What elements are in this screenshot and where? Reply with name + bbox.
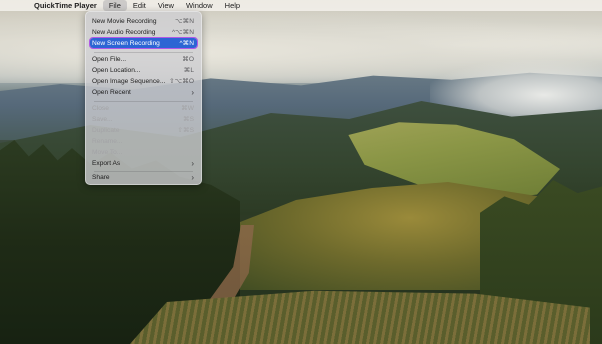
menu-item-close[interactable]: Close ⌘W: [90, 103, 197, 113]
menu-item-open-location[interactable]: Open Location... ⌘L: [90, 65, 197, 75]
menu-item-share[interactable]: Share ›: [90, 172, 197, 182]
menu-item-shortcut: ⌘W: [181, 105, 194, 112]
menu-item-new-movie-recording[interactable]: New Movie Recording ⌥⌘N: [90, 16, 197, 26]
menu-item-label: Move To...: [92, 148, 123, 156]
menu-item-label: New Audio Recording: [92, 28, 156, 36]
menu-view[interactable]: View: [152, 0, 180, 11]
menu-item-new-screen-recording[interactable]: New Screen Recording ^⌘N: [89, 37, 198, 49]
menu-item-label: New Movie Recording: [92, 17, 157, 25]
menu-item-shortcut: ⇧⌘S: [177, 127, 194, 134]
menu-item-shortcut: ⇧⌥⌘O: [169, 78, 194, 85]
file-menu-dropdown: New Movie Recording ⌥⌘N New Audio Record…: [85, 11, 202, 185]
menu-item-open-recent[interactable]: Open Recent ›: [90, 87, 197, 97]
menu-item-export-as[interactable]: Export As ›: [90, 158, 197, 168]
menu-item-label: Open Image Sequence...: [92, 77, 166, 85]
menu-item-rename[interactable]: Rename...: [90, 136, 197, 146]
chevron-right-icon: ›: [191, 172, 194, 182]
chevron-right-icon: ›: [191, 158, 194, 168]
menu-separator: [94, 52, 193, 53]
menu-item-new-audio-recording[interactable]: New Audio Recording ^⌥⌘N: [90, 27, 197, 37]
menu-help[interactable]: Help: [219, 0, 246, 11]
menu-app-name[interactable]: QuickTime Player: [28, 0, 103, 11]
menu-item-duplicate[interactable]: Duplicate ⇧⌘S: [90, 125, 197, 135]
menu-edit[interactable]: Edit: [127, 0, 152, 11]
menu-item-label: New Screen Recording: [92, 39, 160, 47]
menu-item-move-to[interactable]: Move To...: [90, 147, 197, 157]
menu-file[interactable]: File: [102, 0, 127, 11]
menu-separator: [94, 101, 193, 102]
menu-bar: QuickTime Player File Edit View Window H…: [0, 0, 602, 11]
menu-item-shortcut: ⌘S: [183, 116, 194, 123]
menu-item-label: Open File...: [92, 55, 127, 63]
menu-item-label: Export As: [92, 159, 121, 167]
menu-item-label: Rename...: [92, 137, 123, 145]
menu-item-shortcut: ⌘L: [183, 67, 194, 74]
chevron-right-icon: ›: [191, 87, 194, 97]
menu-item-shortcut: ^⌥⌘N: [171, 29, 194, 36]
menu-item-label: Open Recent: [92, 88, 131, 96]
menu-item-label: Duplicate: [92, 126, 120, 134]
menu-item-open-image-sequence[interactable]: Open Image Sequence... ⇧⌥⌘O: [90, 76, 197, 86]
menu-item-save[interactable]: Save... ⌘S: [90, 114, 197, 124]
menu-item-label: Save...: [92, 115, 113, 123]
menu-item-label: Open Location...: [92, 66, 141, 74]
menu-item-shortcut: ^⌘N: [179, 40, 194, 47]
menu-item-label: Close: [92, 104, 109, 112]
menu-item-shortcut: ⌘O: [182, 56, 194, 63]
menu-item-label: Share: [92, 173, 110, 181]
menu-window[interactable]: Window: [180, 0, 219, 11]
menu-item-shortcut: ⌥⌘N: [175, 18, 194, 25]
menu-item-open-file[interactable]: Open File... ⌘O: [90, 54, 197, 64]
